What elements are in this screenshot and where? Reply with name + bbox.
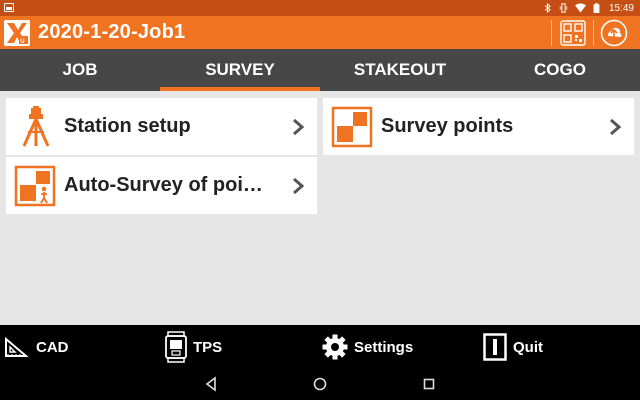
tab-survey[interactable]: SURVEY <box>160 49 320 91</box>
auto-survey-card[interactable]: Auto-Survey of points <box>6 157 317 214</box>
auto-survey-icon <box>14 165 56 207</box>
survey-points-card[interactable]: Survey points <box>323 98 634 155</box>
tab-stakeout[interactable]: STAKEOUT <box>320 49 480 91</box>
status-time: 15:49 <box>608 2 634 14</box>
quit-label: Quit <box>513 338 543 356</box>
tab-job[interactable]: JOB <box>0 49 160 91</box>
chevron-right-icon <box>610 118 622 136</box>
tab-bar: JOB SURVEY STAKEOUT COGO <box>0 49 640 91</box>
recents-icon[interactable] <box>421 376 437 392</box>
qr-code-icon[interactable] <box>560 20 586 46</box>
cad-button[interactable]: CAD <box>4 325 69 369</box>
set-square-icon <box>5 336 29 357</box>
survey-points-label: Survey points <box>381 115 514 137</box>
tps-button[interactable]: TPS <box>165 325 222 369</box>
total-station-icon <box>165 331 187 363</box>
app-logo-icon[interactable]: U <box>4 20 30 46</box>
battery-icon <box>593 3 600 13</box>
vibrate-icon <box>559 3 568 13</box>
svg-text:U: U <box>20 39 24 45</box>
status-bar-right: 15:49 <box>543 2 634 14</box>
settings-label: Settings <box>354 338 414 356</box>
system-nav-bar <box>0 369 640 400</box>
cad-label: CAD <box>36 338 69 356</box>
bluetooth-icon <box>544 3 551 13</box>
bottom-toolbar: CAD TPS Settings Quit <box>0 325 640 369</box>
quit-icon <box>483 333 507 361</box>
back-icon[interactable] <box>203 376 219 392</box>
cloud-sync-icon[interactable] <box>600 19 628 47</box>
settings-button[interactable]: Settings <box>322 325 413 369</box>
chevron-right-icon <box>293 118 305 136</box>
status-bar: 15:49 <box>0 0 640 16</box>
home-icon[interactable] <box>312 376 328 392</box>
quit-button[interactable]: Quit <box>483 325 543 369</box>
tripod-icon <box>22 106 50 147</box>
chevron-right-icon <box>293 177 305 195</box>
title-divider <box>551 20 552 46</box>
screenshot-notification-icon <box>4 3 14 12</box>
auto-survey-label: Auto-Survey of points <box>64 174 270 196</box>
survey-points-icon <box>331 106 373 148</box>
wifi-icon <box>574 3 586 13</box>
page-title: 2020-1-20-Job1 <box>38 21 186 43</box>
gear-icon <box>322 334 348 360</box>
tps-label: TPS <box>193 338 223 356</box>
title-bar: U 2020-1-20-Job1 <box>0 16 640 49</box>
station-setup-label: Station setup <box>64 115 191 137</box>
title-divider <box>593 20 594 46</box>
station-setup-card[interactable]: Station setup <box>6 98 317 155</box>
tab-cogo[interactable]: COGO <box>480 49 640 91</box>
